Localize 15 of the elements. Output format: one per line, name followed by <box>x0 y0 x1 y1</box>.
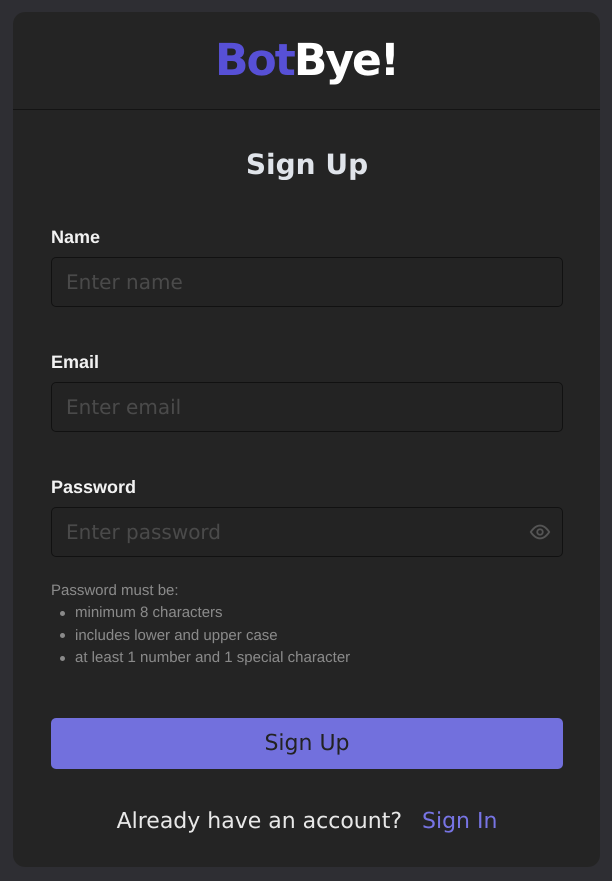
bullet-icon <box>60 656 65 661</box>
sign-up-button[interactable]: Sign Up <box>51 718 563 768</box>
bullet-icon <box>60 610 65 616</box>
field-label: Name <box>51 227 102 248</box>
hint-rule: at least 1 number and 1 special character <box>75 648 350 668</box>
field-label: Email <box>51 352 100 373</box>
sign-in-link[interactable]: Sign In <box>422 808 498 834</box>
logo: BotBye! <box>215 35 398 86</box>
field-label: Password <box>51 477 138 498</box>
page-title: Sign Up <box>244 148 370 181</box>
hint-rule: includes lower and upper case <box>75 626 278 646</box>
hint-text: Password must be: <box>51 581 180 601</box>
bullet-icon <box>60 633 65 638</box>
hint-rule: minimum 8 characters <box>75 603 223 624</box>
footer-text: Already have an account? <box>116 808 402 834</box>
